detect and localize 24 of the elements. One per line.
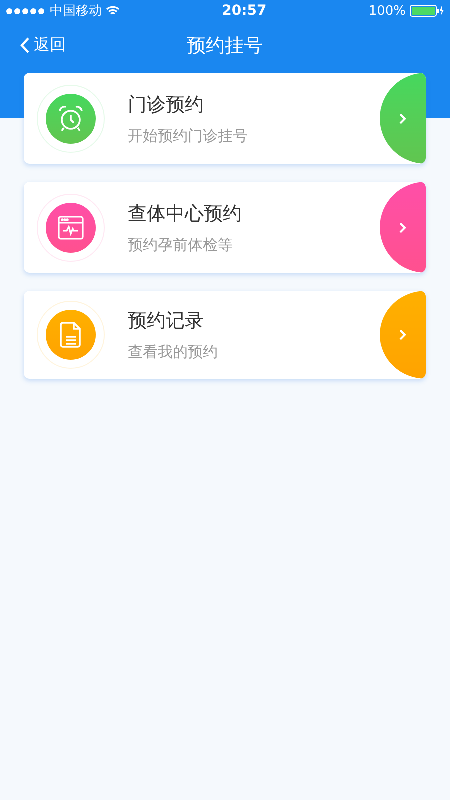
card-title: 门诊预约 [128, 92, 205, 118]
signal-icon [6, 8, 46, 14]
wifi-icon [106, 6, 120, 16]
arrow-button[interactable] [380, 291, 426, 379]
card-title: 预约记录 [128, 309, 205, 334]
arrow-button[interactable] [380, 73, 426, 164]
appointment-card[interactable]: 预约记录 查看我的预约 [24, 291, 426, 379]
appointment-card[interactable]: 查体中心预约 预约孕前体检等 [24, 182, 426, 273]
chevron-right-icon [399, 112, 407, 124]
card-title: 查体中心预约 [128, 202, 243, 226]
back-button[interactable]: 返回 [20, 35, 66, 56]
battery-icon [410, 5, 444, 17]
carrier-name: 中国移动 [50, 3, 102, 20]
page-title: 预约挂号 [187, 34, 263, 59]
chevron-right-icon [399, 222, 407, 234]
battery-percent: 100% [368, 4, 406, 18]
appointment-card[interactable]: 门诊预约 开始预约门诊挂号 [24, 73, 426, 164]
arrow-button[interactable] [380, 182, 426, 273]
chevron-right-icon [399, 329, 407, 341]
chevron-left-icon [20, 37, 30, 54]
card-subtitle: 查看我的预约 [128, 343, 219, 362]
card-subtitle: 预约孕前体检等 [128, 236, 234, 254]
card-subtitle: 开始预约门诊挂号 [128, 126, 249, 146]
status-time: 20:57 [222, 3, 267, 19]
